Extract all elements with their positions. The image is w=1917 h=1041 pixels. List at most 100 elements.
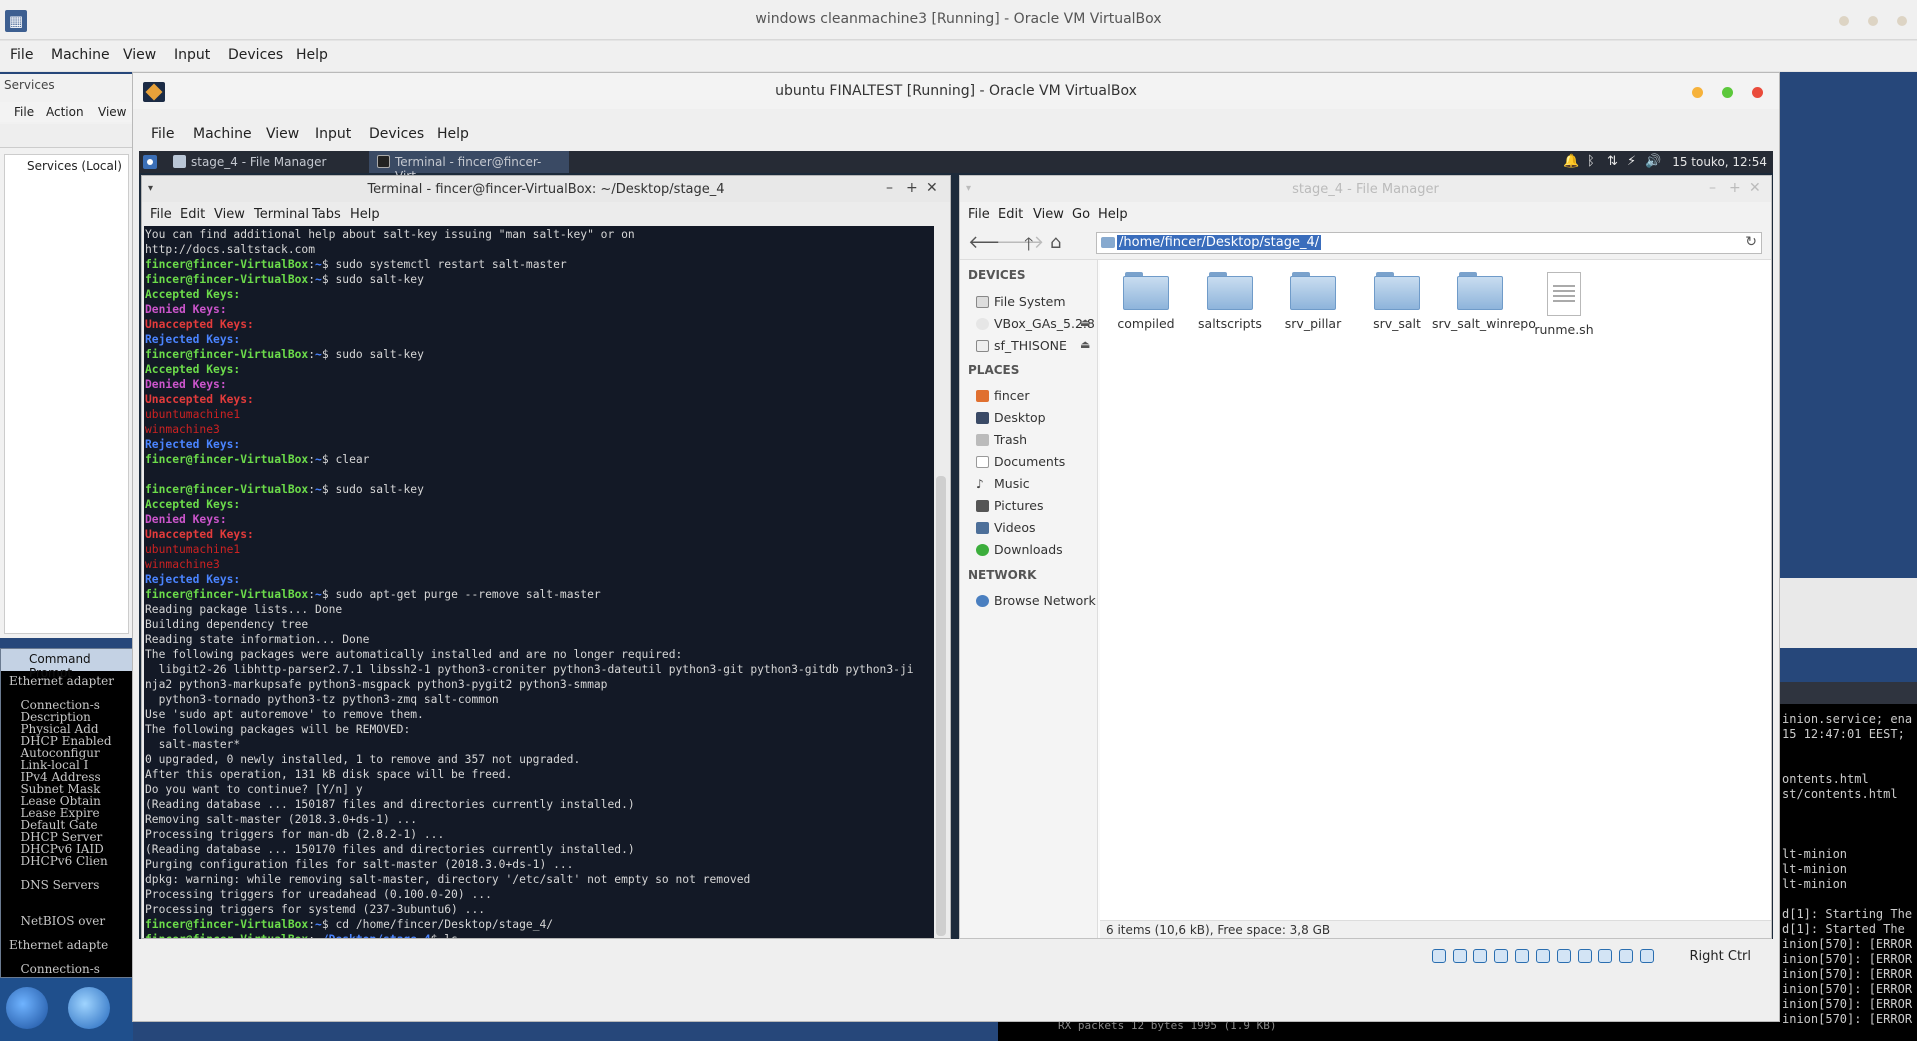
location-bar[interactable]: /home/fincer/Desktop/stage_4/ ↻ xyxy=(1096,232,1762,254)
inner-menu-view[interactable]: View xyxy=(266,126,299,142)
eject-icon[interactable]: ⏏ xyxy=(1080,316,1090,329)
file-manager-window[interactable]: ▾ stage_4 - File Manager – + ✕ File Edit… xyxy=(959,175,1772,939)
terminal-line: fincer@fincer-VirtualBox:~$ clear xyxy=(145,453,370,466)
shared-folders-icon[interactable] xyxy=(1535,949,1550,963)
outer-menu-file[interactable]: File xyxy=(10,47,33,63)
sidebar-item-fincer[interactable]: fincer xyxy=(994,388,1030,403)
internet-explorer-icon[interactable] xyxy=(68,987,110,1029)
usb-icon[interactable] xyxy=(1515,949,1530,963)
fm-close-button[interactable]: ✕ xyxy=(1749,180,1761,196)
fm-menu-edit[interactable]: Edit xyxy=(998,207,1023,222)
location-path[interactable]: /home/fincer/Desktop/stage_4/ xyxy=(1117,235,1322,250)
maximize-button[interactable] xyxy=(1722,87,1733,98)
services-tree[interactable]: Services (Local) xyxy=(4,154,129,634)
file-name: srv_salt xyxy=(1373,316,1421,331)
services-menu-view[interactable]: View xyxy=(98,105,126,119)
notification-bell-icon[interactable]: 🔔 xyxy=(1563,154,1579,169)
panel-clock[interactable]: 15 touko, 12:54 xyxy=(1672,155,1767,169)
close-button[interactable] xyxy=(1897,16,1907,26)
whisker-menu-icon[interactable] xyxy=(143,155,157,169)
task-file-manager[interactable]: stage_4 - File Manager xyxy=(165,151,365,173)
file-item[interactable]: srv_pillar xyxy=(1265,272,1361,331)
bluetooth-icon[interactable]: ᛒ xyxy=(1587,154,1595,169)
file-item[interactable]: saltscripts xyxy=(1182,272,1278,331)
display-icon[interactable] xyxy=(1556,949,1571,963)
services-menu-file[interactable]: File xyxy=(14,105,34,119)
minimize-button[interactable] xyxy=(1839,16,1849,26)
forward-icon[interactable]: 🡒 xyxy=(996,232,1044,253)
outer-menu-machine[interactable]: Machine xyxy=(51,47,110,63)
fm-menu-help[interactable]: Help xyxy=(1098,207,1128,222)
mouse-integration-icon[interactable] xyxy=(1619,949,1634,963)
terminal-minimize-button[interactable]: – xyxy=(886,180,893,196)
terminal-output-area[interactable]: You can find additional help about salt-… xyxy=(144,226,934,938)
services-menu-action[interactable]: Action xyxy=(46,105,84,119)
terminal-menu-view[interactable]: View xyxy=(214,207,245,222)
fm-menu-go[interactable]: Go xyxy=(1072,207,1090,222)
terminal-scrollbar[interactable] xyxy=(936,476,946,936)
services-window[interactable]: Services File Action View Services (Loca… xyxy=(0,74,133,638)
terminal-menu-terminal[interactable]: Terminal xyxy=(254,207,309,222)
file-item[interactable]: compiled xyxy=(1098,272,1194,331)
terminal-maximize-button[interactable]: + xyxy=(906,180,918,196)
command-prompt-window[interactable]: Command Prompt Ethernet adapter Connecti… xyxy=(0,648,134,978)
sidebar-item-music[interactable]: Music xyxy=(994,476,1030,491)
sidebar-item-documents[interactable]: Documents xyxy=(994,454,1065,469)
outer-menu-view[interactable]: View xyxy=(123,47,156,63)
fm-maximize-button[interactable]: + xyxy=(1729,180,1741,196)
reload-icon[interactable]: ↻ xyxy=(1745,234,1757,250)
terminal-menu-file[interactable]: File xyxy=(150,207,172,222)
video-capture-icon[interactable] xyxy=(1577,949,1592,963)
network-adapter-icon[interactable] xyxy=(1494,949,1509,963)
home-icon[interactable]: ⌂ xyxy=(1050,232,1061,253)
terminal-menu-tabs[interactable]: Tabs xyxy=(312,207,341,222)
audio-icon[interactable] xyxy=(1473,949,1488,963)
hard-disk-icon[interactable] xyxy=(1431,949,1446,963)
sidebar-item-trash[interactable]: Trash xyxy=(994,432,1027,447)
sidebar-item-file-system[interactable]: File System xyxy=(994,294,1066,309)
outer-menu-input[interactable]: Input xyxy=(174,47,210,63)
volume-icon[interactable]: 🔊 xyxy=(1645,154,1661,169)
start-button[interactable] xyxy=(6,987,48,1029)
eject-icon[interactable]: ⏏ xyxy=(1080,338,1090,351)
fm-minimize-button[interactable]: – xyxy=(1709,180,1716,196)
inner-menu-file[interactable]: File xyxy=(151,126,174,142)
network-icon[interactable]: ⇅ xyxy=(1607,154,1618,169)
sidebar-item-downloads[interactable]: Downloads xyxy=(994,542,1063,557)
file-item[interactable]: srv_salt_winrepo xyxy=(1432,272,1536,331)
sidebar-item-desktop[interactable]: Desktop xyxy=(994,410,1046,425)
minimize-button[interactable] xyxy=(1692,87,1703,98)
terminal-menu-help[interactable]: Help xyxy=(350,207,380,222)
sidebar-item-pictures[interactable]: Pictures xyxy=(994,498,1044,513)
sidebar-item-browse-network[interactable]: Browse Network xyxy=(994,593,1096,608)
fm-menu-view[interactable]: View xyxy=(1033,207,1064,222)
inner-menu-devices[interactable]: Devices xyxy=(369,126,424,142)
sidebar-item-videos[interactable]: Videos xyxy=(994,520,1036,535)
terminal-close-button[interactable]: ✕ xyxy=(926,180,938,196)
fm-menu-file[interactable]: File xyxy=(968,207,990,222)
parent-folder-icon[interactable]: 🡑 xyxy=(1024,232,1033,262)
inner-menu-input[interactable]: Input xyxy=(315,126,351,142)
inner-menu-machine[interactable]: Machine xyxy=(193,126,252,142)
background-terminal[interactable]: inion.service; ena 15 12:47:01 EEST; ont… xyxy=(1778,682,1917,1041)
services-title: Services xyxy=(4,78,55,92)
drive-icon xyxy=(976,340,989,352)
optical-drive-icon[interactable] xyxy=(1452,949,1467,963)
maximize-button[interactable] xyxy=(1868,16,1878,26)
power-icon[interactable]: ⚡ xyxy=(1627,154,1636,169)
videos-icon xyxy=(976,522,989,534)
outer-menu-help[interactable]: Help xyxy=(296,47,328,63)
keyboard-icon[interactable] xyxy=(1640,949,1654,963)
outer-menu-devices[interactable]: Devices xyxy=(228,47,283,63)
task-terminal[interactable]: Terminal - fincer@fincer-Virt... xyxy=(369,151,569,183)
close-button[interactable] xyxy=(1752,87,1763,98)
file-item[interactable]: runme.sh xyxy=(1516,272,1612,337)
file-view[interactable]: compiled saltscripts srv_pillar srv_salt srv… xyxy=(1100,260,1771,920)
cpu-icon[interactable] xyxy=(1598,949,1613,963)
inner-menu-help[interactable]: Help xyxy=(437,126,469,142)
file-item[interactable]: srv_salt xyxy=(1349,272,1445,331)
terminal-window[interactable]: ▾ Terminal - fincer@fincer-VirtualBox: ~… xyxy=(141,175,951,939)
sidebar-item-sf-thisone[interactable]: sf_THISONE xyxy=(994,338,1067,353)
terminal-menu-edit[interactable]: Edit xyxy=(180,207,205,222)
services-local-item[interactable]: Services (Local) xyxy=(27,159,122,173)
